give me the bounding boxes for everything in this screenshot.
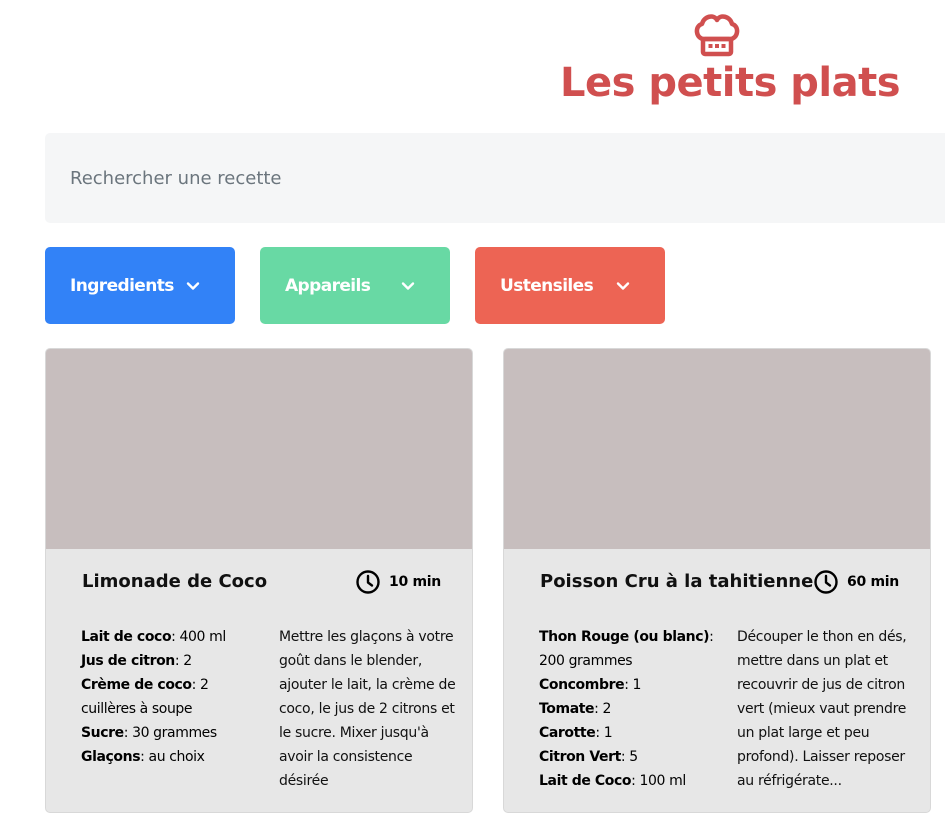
ingredient-item: Carotte: 1 [539, 721, 719, 745]
clock-icon [814, 570, 838, 594]
recipe-card[interactable]: Limonade de Coco 10 min Lait de coco: 40… [45, 348, 473, 813]
recipe-time-label: 10 min [389, 574, 441, 590]
recipe-time: 60 min [813, 569, 899, 595]
recipe-description: Mettre les glaçons à votre goût dans le … [279, 629, 456, 789]
ingredient-name: Concombre [539, 677, 625, 693]
ingredient-item: Citron Vert: 5 [539, 745, 719, 769]
ingredient-name: Sucre [81, 725, 124, 741]
ingredient-list: Lait de coco: 400 ml Jus de citron: 2 Cr… [81, 625, 261, 769]
ingredient-list: Thon Rouge (ou blanc): 200 grammes Conco… [539, 625, 719, 793]
recipe-image [46, 349, 472, 549]
ingredient-item: Jus de citron: 2 [81, 649, 261, 673]
ingredient-quantity: : au choix [140, 749, 205, 765]
ingredient-name: Tomate [539, 701, 595, 717]
ingredient-name: Crème de coco [81, 677, 192, 693]
recipe-card[interactable]: Poisson Cru à la tahitienne 60 min Thon … [503, 348, 931, 813]
search-input[interactable] [70, 133, 930, 223]
filter-ingredients-button[interactable]: Ingredients [45, 247, 235, 324]
ingredient-item: Lait de coco: 400 ml [81, 625, 261, 649]
ingredient-quantity: : 2 [174, 653, 192, 669]
recipe-description: Découper le thon en dés, mettre dans un … [737, 629, 907, 789]
ingredient-name: Citron Vert [539, 749, 621, 765]
chevron-down-icon [401, 282, 415, 290]
ingredient-name: Thon Rouge (ou blanc) [539, 629, 710, 645]
ingredient-item: Thon Rouge (ou blanc): 200 grammes [539, 625, 719, 673]
ingredient-quantity: : 5 [620, 749, 638, 765]
ingredient-quantity: : 2 [594, 701, 612, 717]
ingredient-name: Glaçons [81, 749, 141, 765]
filter-label: Ustensiles [500, 275, 594, 296]
recipe-title: Limonade de Coco [82, 571, 268, 592]
site-title: Les petits plats [560, 60, 901, 106]
ingredient-quantity: : 1 [624, 677, 642, 693]
ingredient-item: Lait de Coco: 100 ml [539, 769, 719, 793]
ingredient-name: Jus de citron [81, 653, 175, 669]
chevron-down-icon [186, 282, 200, 290]
site-header: Les petits plats [0, 0, 945, 120]
ingredient-name: Carotte [539, 725, 596, 741]
filter-appliances-button[interactable]: Appareils [260, 247, 450, 324]
ingredient-item: Crème de coco: 2 cuillères à soupe [81, 673, 261, 721]
ingredient-item: Concombre: 1 [539, 673, 719, 697]
ingredient-quantity: : 400 ml [171, 629, 226, 645]
filter-label: Ingredients [70, 275, 174, 296]
recipe-time: 10 min [355, 569, 441, 595]
search-bar [45, 133, 945, 223]
filter-label: Appareils [285, 275, 371, 296]
ingredient-name: Lait de coco [81, 629, 172, 645]
ingredient-item: Sucre: 30 grammes [81, 721, 261, 745]
chevron-down-icon [616, 282, 630, 290]
ingredient-item: Tomate: 2 [539, 697, 719, 721]
ingredient-quantity: : 100 ml [631, 773, 686, 789]
ingredient-item: Glaçons: au choix [81, 745, 261, 769]
recipe-image [504, 349, 930, 549]
recipe-title: Poisson Cru à la tahitienne [540, 571, 814, 592]
recipe-time-label: 60 min [847, 574, 899, 590]
ingredient-name: Lait de Coco [539, 773, 632, 789]
chef-hat-icon [694, 14, 740, 57]
clock-icon [356, 570, 380, 594]
ingredient-quantity: : 30 grammes [123, 725, 217, 741]
filter-utensils-button[interactable]: Ustensiles [475, 247, 665, 324]
ingredient-quantity: : 1 [595, 725, 613, 741]
